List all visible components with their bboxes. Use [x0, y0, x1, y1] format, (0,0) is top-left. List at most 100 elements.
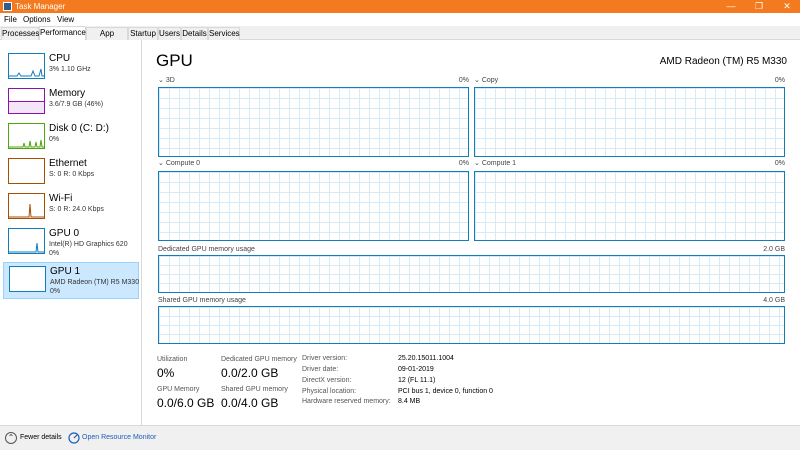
gpu1-thumbnail-graph [9, 266, 46, 292]
window-title: Task Manager [15, 2, 66, 11]
shared-memory-max: 4.0 GB [763, 297, 785, 304]
hardware-reserved-memory-key: Hardware reserved memory: [302, 398, 391, 405]
footer-bar: ⌃ Fewer details Open Resource Monitor [0, 425, 800, 450]
sidebar-item-label: GPU 0 [49, 228, 80, 239]
chevron-up-icon[interactable]: ⌃ [5, 432, 17, 444]
engine-label: Compute 0 [165, 160, 201, 167]
engine-3d-percent: 0% [458, 77, 469, 84]
close-button[interactable]: ✕ [776, 0, 798, 13]
engine-label: Copy [481, 77, 499, 84]
gpu-memory-value: 0.0/6.0 GB [157, 396, 215, 410]
sidebar-item-label: CPU [49, 53, 71, 64]
shared-gpu-memory-value: 0.0/4.0 GB [221, 396, 279, 410]
open-resource-monitor-link[interactable]: Open Resource Monitor [82, 433, 156, 443]
shared-memory-graph [158, 306, 785, 344]
sidebar-item-gpu-1[interactable]: GPU 1 AMD Radeon (TM) R5 M330 0% [3, 262, 139, 299]
tab-performance[interactable]: Performance [39, 26, 86, 40]
engine-copy-percent: 0% [774, 77, 785, 84]
fewer-details-link[interactable]: Fewer details [20, 433, 62, 443]
directx-version-key: DirectX version: [302, 377, 352, 384]
ethernet-thumbnail-graph [8, 158, 45, 184]
dedicated-memory-max: 2.0 GB [763, 246, 785, 253]
driver-date-value: 09-01-2019 [398, 366, 434, 373]
engine-3d-graph [158, 87, 469, 157]
chevron-down-icon: ⌄ [158, 160, 166, 167]
tab-app-history[interactable]: App history [86, 27, 128, 50]
engine-compute0-percent: 0% [458, 160, 469, 167]
memory-thumbnail-graph [8, 88, 45, 114]
sidebar-item-label: GPU 1 [50, 266, 81, 277]
sidebar-item-cpu[interactable]: CPU 3% 1.10 GHz [3, 50, 139, 84]
tab-startup[interactable]: Startup [128, 27, 158, 40]
menu-options[interactable]: Options [23, 14, 51, 25]
sidebar-item-wifi[interactable]: Wi-Fi S: 0 R: 24.0 Kbps [3, 190, 139, 224]
page-title: GPU [156, 51, 193, 70]
dedicated-memory-graph [158, 255, 785, 293]
dedicated-memory-label: Dedicated GPU memory usage [158, 246, 255, 253]
menu-view[interactable]: View [57, 14, 74, 25]
driver-date-key: Driver date: [302, 366, 339, 373]
driver-version-key: Driver version: [302, 355, 348, 362]
sidebar-item-detail: 3% 1.10 GHz [49, 66, 91, 73]
sidebar-item-detail: Intel(R) HD Graphics 620 [49, 241, 128, 248]
utilization-value: 0% [157, 366, 175, 380]
engine-compute0-selector[interactable]: ⌄ Compute 0 [158, 159, 200, 168]
hardware-reserved-memory-value: 8.4 MB [398, 398, 421, 405]
dedicated-gpu-memory-value: 0.0/2.0 GB [221, 366, 279, 380]
gpu0-thumbnail-graph [8, 228, 45, 254]
title-bar: Task Manager — ❐ ✕ [0, 0, 800, 13]
minimize-button[interactable]: — [720, 0, 742, 13]
engine-3d-selector[interactable]: ⌄ 3D [158, 76, 175, 85]
engine-compute1-selector[interactable]: ⌄ Compute 1 [474, 159, 516, 168]
sidebar-item-label: Wi-Fi [49, 193, 73, 204]
utilization-label: Utilization [157, 356, 188, 363]
shared-memory-label: Shared GPU memory usage [158, 297, 246, 304]
cpu-thumbnail-graph [8, 53, 45, 79]
physical-location-key: Physical location: [302, 388, 357, 395]
menu-file[interactable]: File [4, 14, 17, 25]
resource-sidebar: CPU 3% 1.10 GHz Memory 3.6/7.9 GB (46%) … [0, 40, 142, 425]
sidebar-item-gpu-0[interactable]: GPU 0 Intel(R) HD Graphics 620 0% [3, 225, 139, 259]
sidebar-item-detail: AMD Radeon (TM) R5 M330 [50, 279, 140, 286]
gpu-detail-panel: GPU AMD Radeon (TM) R5 M330 ⌄ 3D 0% ⌄ Co… [143, 40, 800, 425]
sidebar-item-label: Memory [49, 88, 86, 99]
tab-services[interactable]: Services [208, 27, 240, 40]
engine-compute1-percent: 0% [774, 160, 785, 167]
shared-gpu-memory-label: Shared GPU memory [221, 386, 288, 393]
tab-details[interactable]: Details [181, 27, 208, 40]
tab-users[interactable]: Users [158, 27, 181, 40]
directx-version-value: 12 (FL 11.1) [398, 377, 436, 384]
chevron-down-icon: ⌄ [474, 77, 482, 84]
tab-bar: Processes Performance App history Startu… [0, 26, 800, 50]
engine-label: Compute 1 [481, 160, 517, 167]
sidebar-item-detail: 3.6/7.9 GB (46%) [49, 101, 104, 108]
task-manager-icon [3, 2, 12, 11]
sidebar-item-detail: S: 0 R: 24.0 Kbps [49, 206, 104, 213]
sidebar-item-ethernet[interactable]: Ethernet S: 0 R: 0 Kbps [3, 155, 139, 189]
physical-location-value: PCI bus 1, device 0, function 0 [398, 388, 493, 395]
chevron-down-icon: ⌄ [158, 77, 166, 84]
sidebar-item-memory[interactable]: Memory 3.6/7.9 GB (46%) [3, 85, 139, 119]
tab-processes[interactable]: Processes [1, 27, 39, 40]
sidebar-item-label: Ethernet [49, 158, 87, 169]
sidebar-item-detail: 0% [49, 136, 60, 143]
gpu-memory-label: GPU Memory [157, 386, 200, 393]
driver-version-value: 25.20.15011.1004 [398, 355, 454, 362]
sidebar-item-detail: S: 0 R: 0 Kbps [49, 171, 95, 178]
menu-bar: File Options View [0, 13, 800, 26]
sidebar-item-disk[interactable]: Disk 0 (C: D:) 0% [3, 120, 139, 154]
dedicated-gpu-memory-label: Dedicated GPU memory [221, 356, 297, 363]
engine-copy-graph [474, 87, 785, 157]
sidebar-item-percent: 0% [50, 288, 61, 295]
wifi-thumbnail-graph [8, 193, 45, 219]
disk-thumbnail-graph [8, 123, 45, 149]
engine-copy-selector[interactable]: ⌄ Copy [474, 76, 498, 85]
gpu-model-name: AMD Radeon (TM) R5 M330 [659, 56, 787, 67]
maximize-button[interactable]: ❐ [748, 0, 770, 13]
engine-compute1-graph [474, 171, 785, 241]
engine-compute0-graph [158, 171, 469, 241]
engine-label: 3D [165, 77, 175, 84]
sidebar-item-percent: 0% [49, 250, 60, 257]
resource-monitor-icon[interactable] [68, 432, 80, 444]
chevron-down-icon: ⌄ [474, 160, 482, 167]
